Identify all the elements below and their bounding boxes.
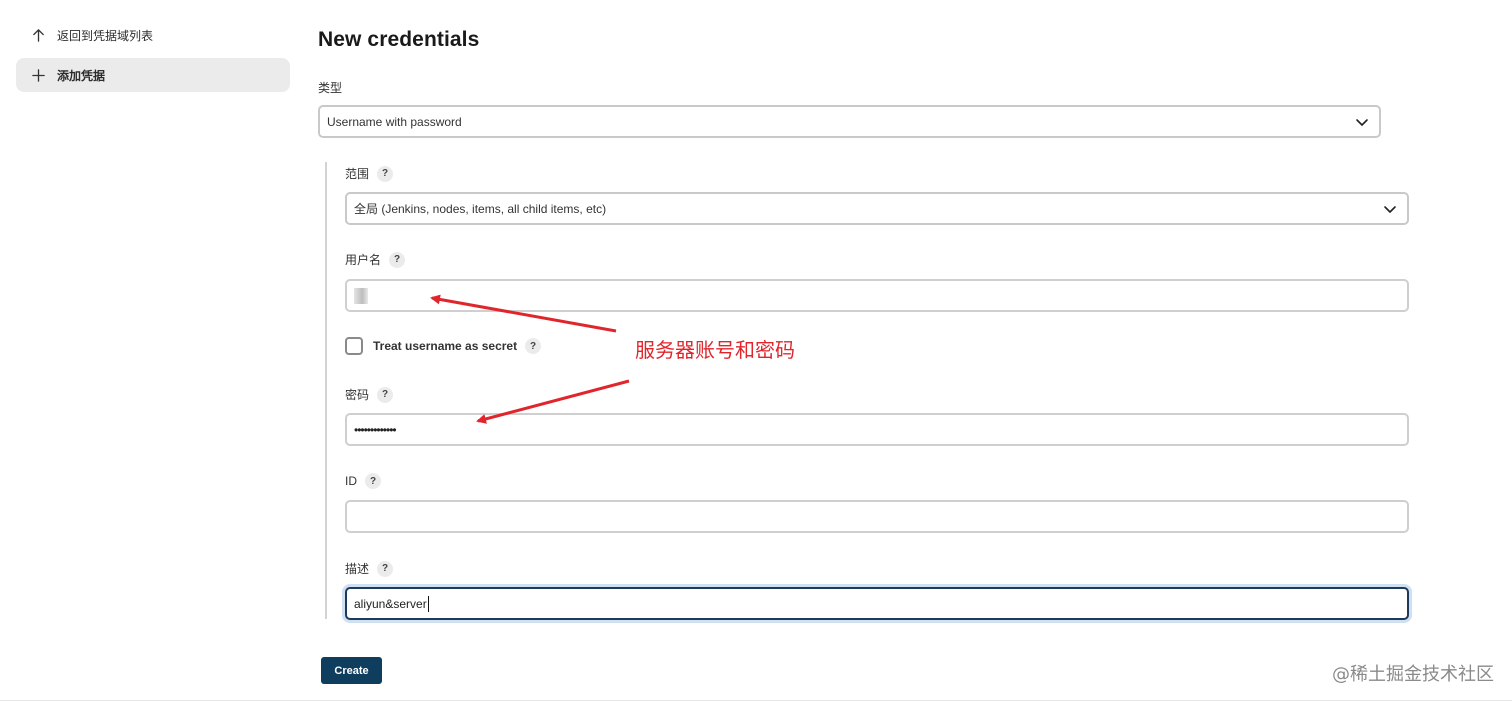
watermark: @稀土掘金技术社区 — [1332, 664, 1494, 685]
annotation-arrow-username — [430, 294, 617, 333]
annotation-text: 服务器账号和密码 — [635, 338, 795, 362]
credentials-page: 返回到凭据域列表 添加凭据 New credentials 类型 Usernam… — [0, 0, 1512, 703]
annotation-arrow-password — [476, 379, 630, 424]
divider — [0, 700, 1512, 701]
